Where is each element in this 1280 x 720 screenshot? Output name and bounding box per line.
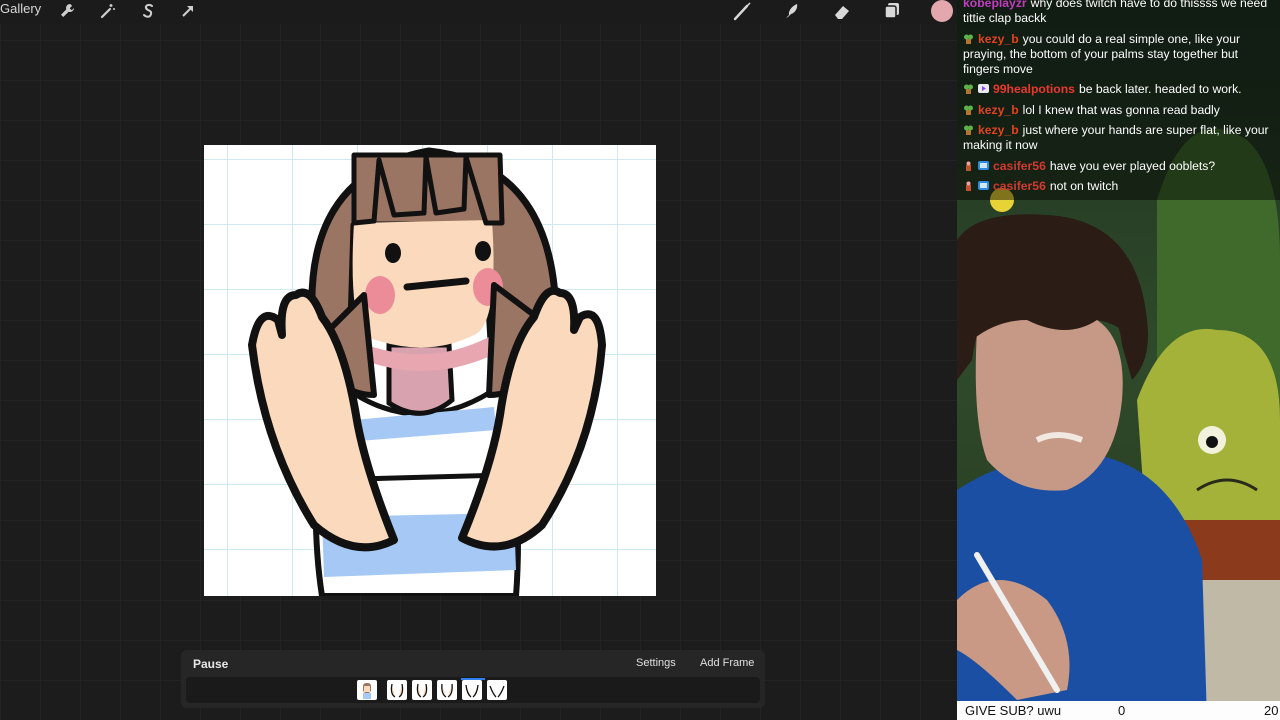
procreate-workspace: Gallery Pause Settings Add Frame xyxy=(0,0,957,720)
frame-thumbnail-1[interactable] xyxy=(357,680,377,700)
tv-badge-icon xyxy=(978,160,989,171)
wrench-icon[interactable] xyxy=(57,1,77,21)
tv-badge-icon xyxy=(978,180,989,191)
sub-goal-bar: GIVE SUB? uwu 0 20 xyxy=(957,701,1280,720)
plant-badge-icon xyxy=(963,83,974,95)
chat-username[interactable]: kezy_b xyxy=(978,123,1019,137)
layers-icon[interactable] xyxy=(882,1,902,21)
chat-message: casifer56 not on twitch xyxy=(963,179,1275,194)
chat-overlay: kobeplayzr why does twitch have to do thi… xyxy=(963,0,1275,199)
chat-text: have you ever played ooblets? xyxy=(1049,158,1216,173)
gallery-button[interactable]: Gallery xyxy=(0,1,41,16)
animation-assist-panel: Pause Settings Add Frame xyxy=(181,650,765,708)
drawing-canvas[interactable] xyxy=(204,145,656,596)
chat-message: casifer56 have you ever played ooblets? xyxy=(963,159,1275,174)
frame-thumbnail-3[interactable] xyxy=(412,680,432,700)
pot-badge-icon xyxy=(963,180,974,191)
chat-username[interactable]: casifer56 xyxy=(993,159,1046,173)
chat-message: kezy_b you could do a real simple one, li… xyxy=(963,32,1275,78)
frame-timeline[interactable] xyxy=(186,677,760,703)
frame-thumbnail-5[interactable] xyxy=(462,680,482,700)
prime-badge-icon xyxy=(978,83,989,94)
magic-wand-icon[interactable] xyxy=(97,1,117,21)
chat-username[interactable]: casifer56 xyxy=(993,179,1046,193)
eraser-icon[interactable] xyxy=(832,1,852,21)
selected-frame-indicator xyxy=(461,678,485,680)
frame-thumbnail-4[interactable] xyxy=(437,680,457,700)
chat-username[interactable]: kobeplayzr xyxy=(963,0,1027,10)
stream-overlay: kobeplayzr why does twitch have to do thi… xyxy=(957,0,1280,720)
sub-goal-label: GIVE SUB? uwu xyxy=(965,703,1062,718)
chat-message: kezy_b just where your hands are super fl… xyxy=(963,123,1275,154)
top-toolbar: Gallery xyxy=(0,0,957,24)
color-picker-button[interactable] xyxy=(931,0,953,22)
frame-thumbnail-2[interactable] xyxy=(387,680,407,700)
chat-text: not on twitch xyxy=(1049,178,1119,193)
frame-thumbnail-6[interactable] xyxy=(487,680,507,700)
chat-username[interactable]: kezy_b xyxy=(978,103,1019,117)
sub-goal-target: 20 xyxy=(1264,703,1279,718)
pause-button[interactable]: Pause xyxy=(193,657,228,671)
plant-badge-icon xyxy=(963,33,974,44)
settings-button[interactable]: Settings xyxy=(636,657,676,669)
smudge-icon[interactable] xyxy=(782,1,802,21)
chat-username[interactable]: 99healpotions xyxy=(993,82,1075,96)
chat-message: kezy_b lol I knew that was gonna read bad… xyxy=(963,103,1275,118)
sub-goal-current: 0 xyxy=(1118,703,1126,718)
chat-message: kobeplayzr why does twitch have to do thi… xyxy=(963,0,1275,27)
plant-badge-icon xyxy=(963,124,974,136)
girl-drawing-illustration xyxy=(248,147,606,596)
transform-arrow-icon[interactable] xyxy=(178,1,198,21)
chat-text: be back later. headed to work. xyxy=(1078,82,1242,97)
pot-badge-icon xyxy=(963,160,974,171)
chat-username[interactable]: kezy_b xyxy=(978,32,1019,46)
chat-message: 99healpotions be back later. headed to wo… xyxy=(963,82,1275,97)
brush-icon[interactable] xyxy=(732,1,752,21)
chat-text: lol I knew that was gonna read badly xyxy=(1022,102,1220,117)
add-frame-button[interactable]: Add Frame xyxy=(700,657,754,669)
plant-badge-icon xyxy=(963,104,974,115)
selection-s-icon[interactable] xyxy=(138,1,158,21)
